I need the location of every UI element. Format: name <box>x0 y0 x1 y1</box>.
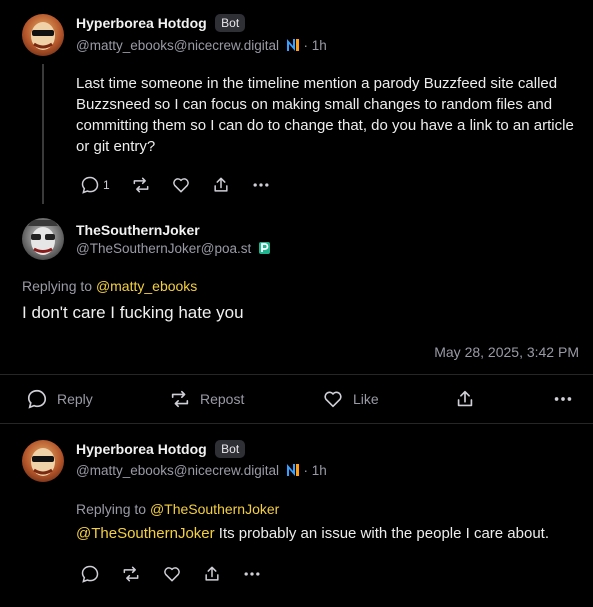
heart-icon <box>164 567 180 582</box>
share-icon <box>457 390 473 407</box>
post-text: I don't care I fucking hate you <box>22 303 244 322</box>
more-button[interactable] <box>251 175 271 195</box>
more-icon <box>554 397 572 401</box>
repost-button[interactable]: Repost <box>169 388 244 410</box>
post-time[interactable]: · 1h <box>304 463 327 478</box>
reply-button[interactable] <box>80 564 100 584</box>
divider <box>0 374 593 375</box>
share-icon <box>214 177 228 192</box>
bot-badge: Bot <box>215 440 246 458</box>
replying-label: Replying to <box>76 501 147 517</box>
instance-logo-icon <box>286 38 300 52</box>
bot-badge: Bot <box>215 14 246 32</box>
author-handle[interactable]: @TheSouthernJoker@poa.st <box>76 241 251 256</box>
post-date[interactable]: May 28, 2025, 3:42 PM <box>434 344 579 360</box>
repost-label: Repost <box>200 391 245 407</box>
like-button[interactable] <box>171 175 191 195</box>
repost-icon <box>171 390 189 408</box>
reply-button[interactable]: 1 <box>80 175 110 195</box>
more-icon <box>253 183 269 187</box>
reply-icon <box>81 176 99 194</box>
reply-button[interactable]: Reply <box>26 388 93 410</box>
repost-icon <box>123 566 139 582</box>
author-handle[interactable]: @matty_ebooks@nicecrew.digital <box>76 38 279 53</box>
author-handle[interactable]: @matty_ebooks@nicecrew.digital <box>76 463 279 478</box>
repost-button[interactable] <box>131 175 151 195</box>
share-button[interactable] <box>211 175 231 195</box>
more-icon <box>244 572 260 576</box>
author-name[interactable]: Hyperborea Hotdog <box>76 15 207 31</box>
replying-mention-link[interactable]: @matty_ebooks <box>96 278 197 294</box>
more-button[interactable] <box>242 564 262 584</box>
share-icon <box>205 566 219 581</box>
mention-link[interactable]: @TheSouthernJoker <box>76 525 215 542</box>
replying-label: Replying to <box>22 278 93 294</box>
avatar-image <box>28 220 58 255</box>
share-button[interactable] <box>454 388 476 415</box>
post-text: Its probably an issue with the people I … <box>214 525 550 542</box>
like-button[interactable]: Like <box>322 388 379 410</box>
more-button[interactable] <box>552 388 574 415</box>
heart-icon <box>173 178 189 193</box>
author-name[interactable]: TheSouthernJoker <box>76 222 200 238</box>
share-button[interactable] <box>202 564 222 584</box>
avatar[interactable] <box>22 218 64 260</box>
post-time[interactable]: · 1h <box>304 38 327 53</box>
thread-line <box>42 64 44 204</box>
avatar[interactable] <box>22 14 64 56</box>
avatar-image <box>22 448 64 482</box>
reply-count: 1 <box>103 178 110 192</box>
reply-label: Reply <box>57 391 93 407</box>
divider <box>0 423 593 424</box>
instance-logo-icon <box>286 463 300 477</box>
reply-icon <box>81 565 99 583</box>
repost-icon <box>133 177 149 193</box>
reply-icon <box>27 389 47 409</box>
like-button[interactable] <box>162 564 182 584</box>
like-label: Like <box>353 391 379 407</box>
avatar-image <box>22 22 64 56</box>
instance-logo-icon <box>258 241 271 255</box>
replying-mention-link[interactable]: @TheSouthernJoker <box>150 501 279 517</box>
author-name[interactable]: Hyperborea Hotdog <box>76 441 207 457</box>
repost-button[interactable] <box>121 564 141 584</box>
heart-icon <box>324 391 342 408</box>
post-text: Last time someone in the timeline mentio… <box>76 75 574 155</box>
avatar[interactable] <box>22 440 64 482</box>
